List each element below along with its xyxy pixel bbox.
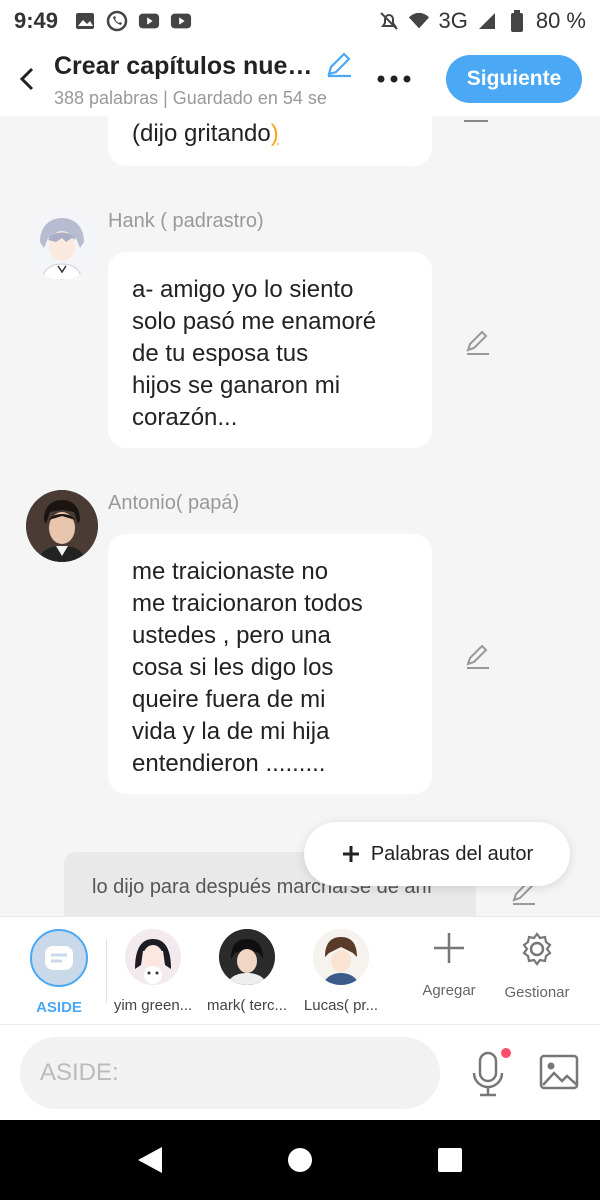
avatar-lucas <box>313 929 369 985</box>
bubble-text: (dijo gritando <box>132 120 271 147</box>
youtube-notification-icon-2 <box>170 10 192 32</box>
circle-home-icon <box>288 1148 312 1172</box>
chat-bubble[interactable]: a- amigo yo lo siento solo pasó me enamo… <box>108 252 432 448</box>
wifi-icon <box>408 10 430 32</box>
insert-image-button[interactable] <box>538 1051 580 1093</box>
character-label: ASIDE <box>36 999 82 1016</box>
sender-name: Hank ( padrastro) <box>108 210 264 232</box>
bubble-line: ustedes , pero una <box>132 622 331 649</box>
youtube-notification-icon <box>138 10 160 32</box>
bubble-line: me traicionaste no <box>132 558 329 585</box>
message-input[interactable] <box>20 1037 440 1109</box>
status-time: 9:49 <box>14 8 59 33</box>
add-label: Agregar <box>422 982 476 999</box>
more-dots-icon <box>377 75 411 83</box>
whatsapp-notification-icon <box>106 10 128 32</box>
add-character-button[interactable]: Agregar <box>404 931 494 999</box>
character-lucas[interactable]: Lucas( pr... <box>296 929 386 1014</box>
bubble-line: entendieron ......... <box>132 750 326 777</box>
avatar-mark <box>219 929 275 985</box>
sender-name: Antonio( papá) <box>108 492 240 514</box>
bubble-line: queire fuera de mi <box>132 686 326 713</box>
system-icons: 3G 80 % <box>378 8 586 34</box>
chat-area[interactable]: (dijo gritando) Hank ( padrastro) a- ami… <box>0 116 600 916</box>
chat-bubble[interactable]: me traicionaste no me traicionaron todos… <box>108 534 432 794</box>
gear-icon <box>522 932 552 966</box>
battery-icon <box>506 10 528 32</box>
back-button[interactable] <box>0 42 54 116</box>
character-label: Lucas( pr... <box>303 997 379 1014</box>
microphone-icon <box>472 1048 511 1097</box>
next-button[interactable]: Siguiente <box>446 55 582 103</box>
signal-icon <box>476 10 498 32</box>
bubble-text-cursor: ) <box>270 120 279 147</box>
battery-percent: 80 % <box>535 8 586 33</box>
input-bar <box>0 1024 600 1120</box>
character-label: mark( terc... <box>206 997 287 1014</box>
bubble-line: vida y la de mi hija <box>132 718 330 745</box>
network-type: 3G <box>438 8 468 33</box>
image-icon <box>539 1054 579 1090</box>
status-bar: 9:49 3G 80 % <box>0 0 600 42</box>
avatar-hank[interactable] <box>26 208 98 280</box>
list-icon[interactable] <box>464 116 492 138</box>
character-mark[interactable]: mark( terc... <box>202 929 292 1014</box>
bubble-line: a- amigo yo lo siento <box>132 276 354 303</box>
plus-icon <box>342 846 359 862</box>
more-options-button[interactable] <box>374 59 414 99</box>
divider <box>106 939 107 1003</box>
bubble-line: corazón... <box>132 404 238 431</box>
bubble-line: de tu esposa tus <box>132 340 309 367</box>
manage-characters-button[interactable]: Gestionar <box>492 931 582 1001</box>
triangle-back-icon <box>138 1147 162 1173</box>
chat-bubble-partial[interactable]: (dijo gritando) <box>108 116 432 166</box>
chevron-left-icon <box>19 67 34 91</box>
manage-label: Gestionar <box>504 984 570 1001</box>
edit-message-icon[interactable] <box>464 328 492 356</box>
character-aside[interactable]: ASIDE <box>14 929 104 1016</box>
author-words-label: Palabras del autor <box>370 842 534 865</box>
avatar-yim <box>125 929 181 985</box>
mute-bell-icon <box>378 10 400 32</box>
chapter-title[interactable]: Crear capítulos nuev... <box>54 52 316 81</box>
character-label: yim green... <box>113 997 193 1014</box>
nav-recents-button[interactable] <box>434 1144 466 1176</box>
gallery-notification-icon <box>74 10 96 32</box>
title-area: Crear capítulos nuev... 388 palabras | G… <box>54 49 354 109</box>
character-yim[interactable]: yim green... <box>108 929 198 1014</box>
edit-message-icon[interactable] <box>464 642 492 670</box>
square-recents-icon <box>438 1148 462 1172</box>
edit-title-icon[interactable] <box>324 49 354 84</box>
author-words-button[interactable]: Palabras del autor <box>304 822 570 886</box>
bubble-line: solo pasó me enamoré <box>132 308 377 335</box>
nav-home-button[interactable] <box>284 1144 316 1176</box>
bubble-line: me traicionaron todos <box>132 590 363 617</box>
plus-icon <box>434 933 464 963</box>
microphone-button[interactable] <box>466 1047 512 1099</box>
bubble-line: cosa si les digo los <box>132 654 334 681</box>
word-count-status: 388 palabras | Guardado en 54 se <box>54 88 327 108</box>
aside-avatar-icon <box>30 929 88 987</box>
editor-header: Crear capítulos nuev... 388 palabras | G… <box>0 42 600 116</box>
system-nav-bar <box>0 1120 600 1200</box>
bubble-line: hijos se ganaron mi <box>132 372 341 399</box>
character-bar: ASIDE yim green... mark( terc... Lucas( … <box>0 916 600 1024</box>
nav-back-button[interactable] <box>134 1144 166 1176</box>
avatar-antonio[interactable] <box>26 490 98 562</box>
notification-icons <box>74 10 192 32</box>
